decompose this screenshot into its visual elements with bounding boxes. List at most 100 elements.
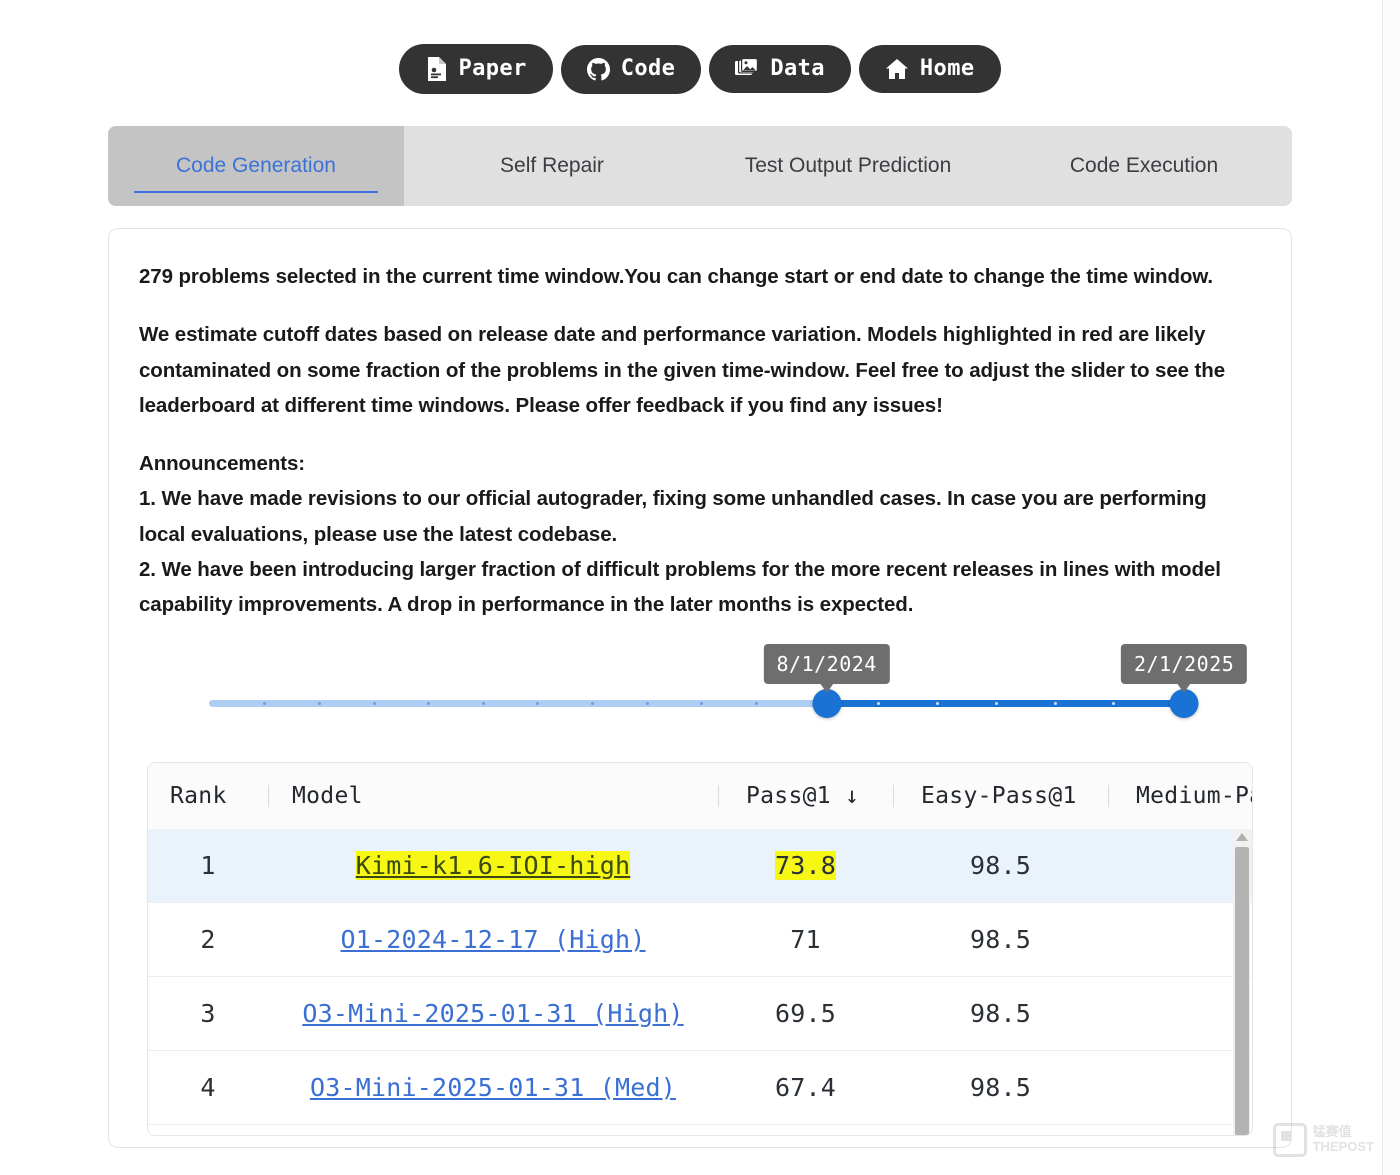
announcement-2-line-2: capability improvements. A drop in perfo…	[139, 587, 1261, 622]
slider-tick	[1054, 702, 1057, 705]
cell-rank: 5	[148, 1125, 268, 1137]
announcement-2-line-1: 2. We have been introducing larger fract…	[139, 552, 1261, 587]
leaderboard-table-container: Rank Model Pass@1 ↓ Easy-Pass@1	[147, 762, 1253, 1136]
problems-count-line: 279 problems selected in the current tim…	[139, 259, 1261, 294]
cell-pass: 73.8	[718, 829, 893, 903]
slider-tooltip-end: 2/1/2025	[1121, 644, 1247, 684]
pass-value: 73.8	[775, 851, 836, 880]
cell-rank: 4	[148, 1051, 268, 1125]
column-label: Rank	[170, 783, 227, 809]
slider-handle-start[interactable]	[812, 689, 841, 718]
nav-button-code[interactable]: Code	[561, 45, 702, 94]
nav-label-code: Code	[621, 58, 676, 80]
tab-code-execution[interactable]: Code Execution	[996, 126, 1292, 206]
table-row[interactable]: 2 O1-2024-12-17 (High) 71 98.5 84.	[148, 903, 1253, 977]
nav-button-data[interactable]: Data	[709, 45, 851, 93]
column-label: Model	[292, 783, 363, 809]
info-text-block: 279 problems selected in the current tim…	[139, 259, 1261, 622]
cell-easy-pass: 98.5	[893, 977, 1108, 1051]
nav-label-data: Data	[770, 58, 825, 80]
cutoff-note-line-2: contaminated on some fraction of the pro…	[139, 353, 1261, 388]
column-divider	[893, 785, 894, 807]
cutoff-note-line-3: leaderboard at different time windows. P…	[139, 388, 1261, 423]
cell-model: O3-Mini-2025-01-31 (Med)	[268, 1051, 718, 1125]
watermark-text: 锰赛值 THEPOST	[1313, 1125, 1374, 1155]
slider-handle-end[interactable]	[1170, 689, 1199, 718]
column-header-pass-at-1[interactable]: Pass@1 ↓	[718, 763, 893, 829]
table-header-row: Rank Model Pass@1 ↓ Easy-Pass@1	[148, 763, 1253, 829]
scrollbar-thumb[interactable]	[1235, 847, 1249, 1135]
tab-label: Code Execution	[1070, 154, 1218, 178]
leaderboard-card: 279 problems selected in the current tim…	[108, 228, 1292, 1148]
column-header-medium-pass-at-1[interactable]: Medium-Pas	[1108, 763, 1253, 829]
cell-rank: 3	[148, 977, 268, 1051]
column-divider	[718, 785, 719, 807]
column-divider	[1108, 785, 1109, 807]
table-row[interactable]: 4 O3-Mini-2025-01-31 (Med) 67.4 98.5 86.	[148, 1051, 1253, 1125]
tab-bar: Code Generation Self Repair Test Output …	[108, 126, 1292, 206]
table-body: 1 Kimi-k1.6-IOI-high 73.8 98.5 89. 2 O1-…	[148, 829, 1253, 1136]
nav-button-paper[interactable]: Paper	[399, 44, 552, 94]
announcement-1-line-1: 1. We have made revisions to our officia…	[139, 481, 1261, 516]
table-row[interactable]: 3 O3-Mini-2025-01-31 (High) 69.5 98.5 86…	[148, 977, 1253, 1051]
tab-label: Code Generation	[176, 154, 336, 178]
cell-easy-pass: 98.5	[893, 1051, 1108, 1125]
cell-pass: 69.5	[718, 977, 893, 1051]
cell-medium-pass: 86.	[1108, 1051, 1253, 1125]
github-icon	[587, 58, 610, 81]
cell-pass: 67.4	[718, 1051, 893, 1125]
page-vertical-scrollbar[interactable]	[1382, 0, 1400, 1175]
nav-button-home[interactable]: Home	[859, 45, 1001, 93]
cutoff-note-line-1: We estimate cutoff dates based on releas…	[139, 317, 1261, 352]
column-label: Pass@1 ↓	[746, 783, 859, 809]
slider-tick	[995, 702, 998, 705]
cell-model: O1-2024-12-17 (High)	[268, 903, 718, 977]
top-nav: Paper Code Data	[0, 0, 1400, 94]
tab-code-generation[interactable]: Code Generation	[108, 126, 404, 206]
cell-rank: 1	[148, 829, 268, 903]
table-row[interactable]: 5 Kimi-k1.6-IOI 65.9 98.5 79.	[148, 1125, 1253, 1137]
cell-medium-pass: 84.	[1108, 903, 1253, 977]
scroll-up-arrow-icon[interactable]	[1236, 833, 1248, 841]
nav-label-paper: Paper	[458, 58, 526, 80]
cell-medium-pass: 79.	[1108, 1125, 1253, 1137]
announcement-1-line-2: local evaluations, please use the latest…	[139, 517, 1261, 552]
cell-rank: 2	[148, 903, 268, 977]
cell-model: Kimi-k1.6-IOI-high	[268, 829, 718, 903]
slider-tick	[936, 702, 939, 705]
column-label: Easy-Pass@1	[921, 783, 1077, 809]
table-row[interactable]: 1 Kimi-k1.6-IOI-high 73.8 98.5 89.	[148, 829, 1253, 903]
model-link[interactable]: O1-2024-12-17 (High)	[340, 925, 645, 954]
table-header: Rank Model Pass@1 ↓ Easy-Pass@1	[148, 763, 1253, 829]
home-icon	[885, 58, 909, 80]
tab-self-repair[interactable]: Self Repair	[404, 126, 700, 206]
column-header-easy-pass-at-1[interactable]: Easy-Pass@1	[893, 763, 1108, 829]
cell-medium-pass: 89.	[1108, 829, 1253, 903]
cell-medium-pass: 86.	[1108, 977, 1253, 1051]
model-link[interactable]: O3-Mini-2025-01-31 (High)	[302, 999, 683, 1028]
column-label: Medium-Pas	[1136, 783, 1253, 809]
model-link[interactable]: Kimi-k1.6-IOI-high	[356, 851, 631, 880]
cell-easy-pass: 98.5	[893, 1125, 1108, 1137]
announcements-title: Announcements:	[139, 446, 1261, 481]
cell-easy-pass: 98.5	[893, 829, 1108, 903]
date-range-slider[interactable]: 8/1/2024 2/1/2025	[209, 636, 1191, 746]
tab-test-output-prediction[interactable]: Test Output Prediction	[700, 126, 996, 206]
watermark-text-line-2: THEPOST	[1313, 1140, 1374, 1155]
tab-label: Self Repair	[500, 154, 604, 178]
column-divider	[268, 785, 269, 807]
column-header-model[interactable]: Model	[268, 763, 718, 829]
table-vertical-scrollbar[interactable]	[1233, 829, 1250, 1135]
cell-model: O3-Mini-2025-01-31 (High)	[268, 977, 718, 1051]
slider-tooltip-start: 8/1/2024	[764, 644, 890, 684]
tab-label: Test Output Prediction	[745, 154, 952, 178]
nav-label-home: Home	[920, 58, 975, 80]
leaderboard-table: Rank Model Pass@1 ↓ Easy-Pass@1	[148, 763, 1253, 1136]
cell-pass: 65.9	[718, 1125, 893, 1137]
model-link[interactable]: O3-Mini-2025-01-31 (Med)	[310, 1073, 676, 1102]
cell-model: Kimi-k1.6-IOI	[268, 1125, 718, 1137]
watermark-text-line-1: 锰赛值	[1313, 1125, 1374, 1140]
column-header-rank[interactable]: Rank	[148, 763, 268, 829]
document-icon	[425, 57, 447, 81]
cell-pass: 71	[718, 903, 893, 977]
